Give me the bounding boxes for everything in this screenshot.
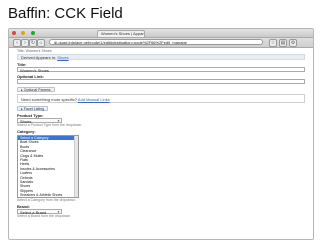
category-option[interactable]: Sneakers & Athletic Shoes: [18, 193, 78, 197]
page-menu-icon[interactable]: ▤: [279, 39, 287, 47]
chevron-down-icon: ▼: [57, 119, 60, 123]
close-window-icon[interactable]: [12, 31, 16, 35]
forward-arrow-icon[interactable]: ›: [21, 39, 29, 47]
optional-link-input[interactable]: [17, 79, 305, 84]
browser-tab[interactable]: Women's Shoes | Apparel c...: [97, 30, 145, 37]
minimize-window-icon[interactable]: [21, 31, 26, 35]
address-bar[interactable]: dl-quad.irdplace.net/node/1/edit#destina…: [49, 39, 263, 45]
facet-listing-button[interactable]: ▸ Facet Listing: [17, 106, 49, 111]
derived-label: Derived Appears In:: [21, 55, 58, 60]
brand-select[interactable]: Select a Brand ▼: [17, 209, 62, 216]
wrench-icon[interactable]: ⚙: [289, 39, 297, 47]
add-manual-links-link[interactable]: Add Manual Links: [78, 97, 110, 102]
browser-toolbar: ‹ › ↻ ⌂ dl-quad.irdplace.net/node/1/edit…: [9, 38, 313, 48]
zoom-window-icon[interactable]: [30, 31, 35, 35]
category-description: Select a Category from the dropdown.: [17, 198, 76, 203]
manual-links-fieldset: Need something more specific? Add Manual…: [17, 94, 305, 103]
page-content: Title: Women's Shoes Derived Appears In:…: [9, 48, 313, 239]
browser-titlebar: Women's Shoes | Apparel c...: [9, 29, 313, 38]
optional-params-button[interactable]: ▸ Optional Params: [17, 87, 55, 92]
product-type-select[interactable]: Shoes ▼: [17, 118, 62, 124]
brand-description: Select a Brand from the dropdown.: [17, 214, 72, 219]
reload-icon[interactable]: ↻: [29, 39, 37, 47]
back-arrow-icon[interactable]: ‹: [13, 39, 21, 47]
title-input[interactable]: Women's Shoes: [17, 67, 305, 73]
product-type-value: Shoes: [20, 119, 32, 124]
category-label: Category:: [17, 129, 36, 134]
slide-title: Baffin: CCK Field: [8, 5, 123, 22]
category-scrollbar[interactable]: [74, 136, 78, 198]
derived-link[interactable]: Shoes: [57, 55, 68, 60]
derived-group-bar: Derived Appears In: Shoes: [17, 54, 305, 60]
bookmark-icon[interactable]: ☆: [269, 39, 277, 47]
category-listbox[interactable]: Select a Category Boat Shoes Boots Clear…: [17, 135, 79, 199]
need-text: Need something more specific?: [21, 97, 78, 102]
page-header-text: Title: Women's Shoes: [17, 49, 52, 53]
browser-window: Women's Shoes | Apparel c... ‹ › ↻ ⌂ dl-…: [8, 28, 314, 240]
brand-value: Select a Brand: [20, 210, 47, 216]
product-type-description: Select a Product Type from the dropdown.: [17, 123, 83, 127]
home-icon[interactable]: ⌂: [37, 39, 45, 47]
chevron-down-icon: ▼: [57, 210, 60, 215]
